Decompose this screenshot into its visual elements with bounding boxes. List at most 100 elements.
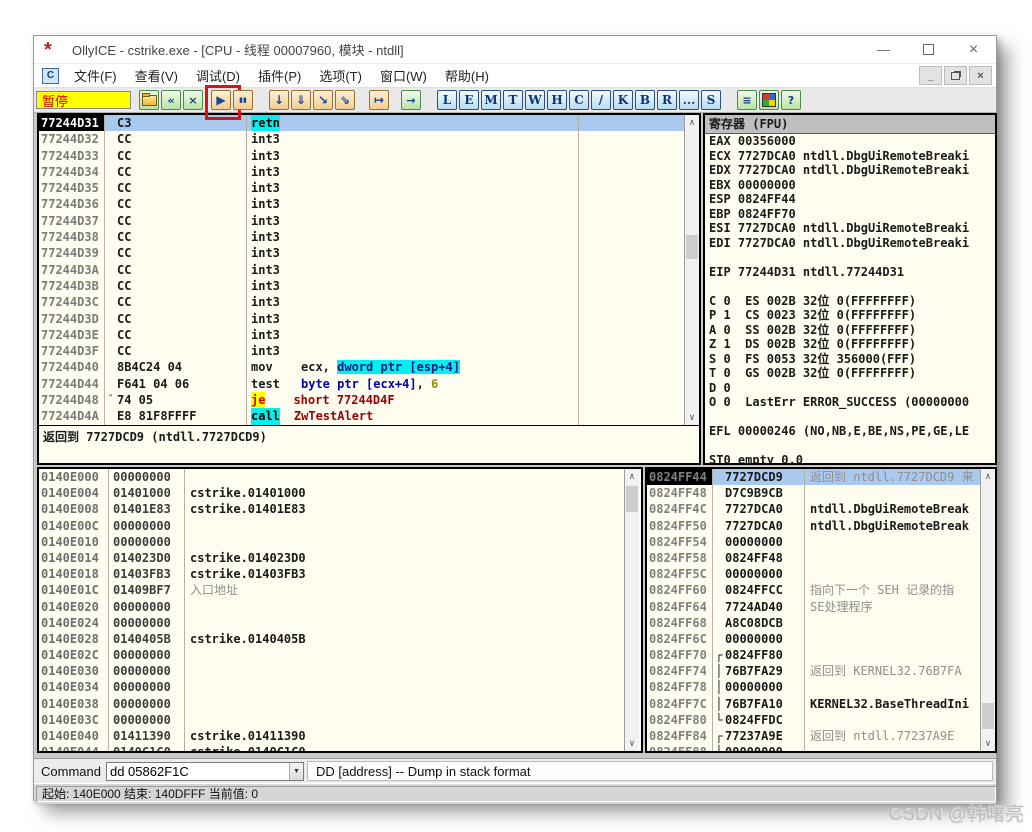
disasm-row[interactable]: 77244D48ˇ74 05jeshort 77244D4F xyxy=(39,392,699,408)
ollyice-app-icon[interactable]: * xyxy=(44,43,64,57)
run-button[interactable]: ▶ xyxy=(211,90,231,110)
disasm-row[interactable]: 77244D35CCint3 xyxy=(39,180,699,196)
view-executables-button[interactable]: E xyxy=(459,90,479,110)
register-line[interactable]: ST0 empty 0.0 xyxy=(705,453,995,465)
stack-row[interactable]: 0824FF78│00000000 xyxy=(647,679,995,695)
register-line[interactable] xyxy=(705,439,995,454)
register-line[interactable]: ESP 0824FF44 xyxy=(705,192,995,207)
minimize-button[interactable]: — xyxy=(861,36,906,63)
register-line[interactable]: EDI 7727DCA0 ntdll.DbgUiRemoteBreaki xyxy=(705,236,995,251)
register-line[interactable]: S 0 FS 0053 32位 356000(FFF) xyxy=(705,352,995,367)
cpu-window-icon[interactable]: C xyxy=(42,68,59,84)
disasm-row[interactable]: 77244D3DCCint3 xyxy=(39,311,699,327)
view-run-trace-button[interactable]: ... xyxy=(679,90,699,110)
register-line[interactable]: Z 1 DS 002B 32位 0(FFFFFFFF) xyxy=(705,337,995,352)
disasm-row[interactable]: 77244D3ECCint3 xyxy=(39,327,699,343)
disassembly-scrollbar[interactable]: ∧ ∨ xyxy=(684,115,699,425)
stack-row[interactable]: 0824FF80└0824FFDC xyxy=(647,712,995,728)
dump-row[interactable]: 0140E03800000000 xyxy=(39,696,641,712)
view-breakpoints-button[interactable]: B xyxy=(635,90,655,110)
stack-row[interactable]: 0824FF70┌0824FF80 xyxy=(647,647,995,663)
register-line[interactable] xyxy=(705,279,995,294)
view-threads-button[interactable]: T xyxy=(503,90,523,110)
register-line[interactable]: EAX 00356000 xyxy=(705,134,995,149)
register-line[interactable]: T 0 GS 002B 32位 0(FFFFFFFF) xyxy=(705,366,995,381)
view-call-stack-button[interactable]: K xyxy=(613,90,633,110)
stack-row[interactable]: 0824FF5400000000 xyxy=(647,534,995,550)
stack-row[interactable]: 0824FF600824FFCC指向下一个 SEH 记录的指 xyxy=(647,582,995,598)
registers-pane[interactable]: 寄存器 (FPU) EAX 00356000ECX 7727DCA0 ntdll… xyxy=(703,113,997,465)
scroll-thumb[interactable] xyxy=(982,703,994,729)
debugging-options-button[interactable]: ≡ xyxy=(737,90,757,110)
menu-item[interactable]: 文件(F) xyxy=(65,66,126,85)
register-line[interactable] xyxy=(705,250,995,265)
disassembly-pane[interactable]: 77244D31C3retn77244D32CCint377244D33CCin… xyxy=(37,113,701,465)
stack-row[interactable]: 0824FF5C00000000 xyxy=(647,566,995,582)
dump-row[interactable]: 0140E00C00000000 xyxy=(39,518,641,534)
stack-row[interactable]: 0824FF88│00000000 xyxy=(647,744,995,753)
dump-row[interactable]: 0140E0440140C1C0cstrike.0140C1C0 xyxy=(39,744,641,753)
disasm-row[interactable]: 77244D39CCint3 xyxy=(39,245,699,261)
register-line[interactable]: ECX 7727DCA0 ntdll.DbgUiRemoteBreaki xyxy=(705,149,995,164)
register-line[interactable]: P 1 CS 0023 32位 0(FFFFFFFF) xyxy=(705,308,995,323)
close-program-button[interactable]: × xyxy=(183,90,203,110)
menu-item[interactable]: 调试(D) xyxy=(187,66,249,85)
disasm-row[interactable]: 77244D37CCint3 xyxy=(39,213,699,229)
stack-scrollbar[interactable]: ∧ ∨ xyxy=(980,469,995,751)
animate-into-button[interactable]: ↘ xyxy=(313,90,333,110)
disasm-row[interactable]: 77244D31C3retn xyxy=(39,115,699,131)
register-line[interactable]: ESI 7727DCA0 ntdll.DbgUiRemoteBreaki xyxy=(705,221,995,236)
scroll-thumb[interactable] xyxy=(626,486,638,512)
dump-scrollbar[interactable]: ∧ ∨ xyxy=(624,469,639,751)
maximize-button[interactable] xyxy=(906,36,951,63)
dump-row[interactable]: 0140E02000000000 xyxy=(39,599,641,615)
stack-row[interactable]: 0824FF48D7C9B9CB xyxy=(647,485,995,501)
dump-row[interactable]: 0140E03000000000 xyxy=(39,663,641,679)
step-into-button[interactable]: ↓ xyxy=(269,90,289,110)
pause-button[interactable]: ▮▮ xyxy=(233,90,253,110)
close-button[interactable]: × xyxy=(951,36,996,63)
disasm-row[interactable]: 77244D4AE8 81F8FFFFcallZwTestAlert xyxy=(39,408,699,424)
disasm-row[interactable]: 77244D32CCint3 xyxy=(39,131,699,147)
view-handles-button[interactable]: H xyxy=(547,90,567,110)
menu-item[interactable]: 窗口(W) xyxy=(371,66,436,85)
view-memory-button[interactable]: M xyxy=(481,90,501,110)
stack-row[interactable]: 0824FF7C│76B7FA10KERNEL32.BaseThreadIni xyxy=(647,696,995,712)
help-button[interactable]: ? xyxy=(781,90,801,110)
combo-dropdown-button[interactable]: ▼ xyxy=(289,763,303,780)
disasm-row[interactable]: 77244D34CCint3 xyxy=(39,164,699,180)
open-file-button[interactable] xyxy=(139,90,159,110)
view-log-button[interactable]: L xyxy=(437,90,457,110)
scroll-thumb[interactable] xyxy=(686,235,698,259)
scroll-up-icon[interactable]: ∧ xyxy=(685,115,699,130)
disasm-row[interactable]: 77244D33CCint3 xyxy=(39,148,699,164)
register-line[interactable]: D 0 xyxy=(705,381,995,396)
dump-row[interactable]: 0140E01000000000 xyxy=(39,534,641,550)
menu-item[interactable]: 选项(T) xyxy=(310,66,371,85)
register-line[interactable]: O 0 LastErr ERROR_SUCCESS (00000000 xyxy=(705,395,995,410)
dump-row[interactable]: 0140E01801403FB3cstrike.01403FB3 xyxy=(39,566,641,582)
register-line[interactable]: EIP 77244D31 ntdll.77244D31 xyxy=(705,265,995,280)
stack-row[interactable]: 0824FF4C7727DCA0ntdll.DbgUiRemoteBreak xyxy=(647,501,995,517)
disasm-row[interactable]: 77244D44F641 04 06testbyte ptr [ecx+4], … xyxy=(39,376,699,392)
stack-row[interactable]: 0824FF580824FF48 xyxy=(647,550,995,566)
stack-row[interactable]: 0824FF647724AD40SE处理程序 xyxy=(647,599,995,615)
dump-row[interactable]: 0140E00801401E83cstrike.01401E83 xyxy=(39,501,641,517)
animate-over-button[interactable]: ⇘ xyxy=(335,90,355,110)
scroll-down-icon[interactable]: ∨ xyxy=(685,410,699,425)
stack-row[interactable]: 0824FF447727DCD9返回到 ntdll.7727DCD9 来 xyxy=(647,469,995,485)
menu-item[interactable]: 插件(P) xyxy=(249,66,310,85)
disasm-row[interactable]: 77244D3CCCint3 xyxy=(39,294,699,310)
disasm-row[interactable]: 77244D408B4C24 04movecx, dword ptr [esp+… xyxy=(39,359,699,375)
stack-pane[interactable]: 0824FF447727DCD9返回到 ntdll.7727DCD9 来0824… xyxy=(645,467,997,753)
disasm-row[interactable]: 77244D3BCCint3 xyxy=(39,278,699,294)
disasm-row[interactable]: 77244D36CCint3 xyxy=(39,196,699,212)
appearance-button[interactable] xyxy=(759,90,779,110)
mdi-minimize-button[interactable]: _ xyxy=(919,66,942,85)
scroll-up-icon[interactable]: ∧ xyxy=(625,469,639,484)
disasm-row[interactable]: 77244D3FCCint3 xyxy=(39,343,699,359)
dump-row[interactable]: 0140E03400000000 xyxy=(39,679,641,695)
go-to-address-button[interactable]: → xyxy=(401,90,421,110)
view-source-button[interactable]: S xyxy=(701,90,721,110)
stack-row[interactable]: 0824FF84┌77237A9E返回到 ntdll.77237A9E xyxy=(647,728,995,744)
